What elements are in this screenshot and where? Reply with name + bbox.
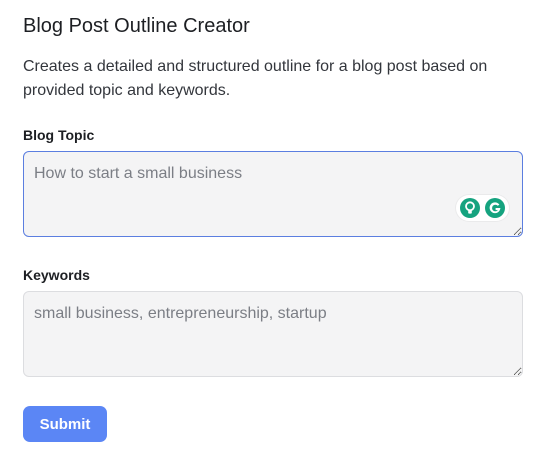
blog-topic-input[interactable]: [23, 151, 523, 237]
grammarly-icon[interactable]: [484, 197, 506, 219]
submit-button[interactable]: Submit: [23, 406, 107, 442]
blog-topic-field-wrapper: [23, 151, 523, 237]
lightbulb-icon[interactable]: [459, 197, 481, 219]
keywords-input[interactable]: [23, 291, 523, 377]
keywords-label: Keywords: [23, 267, 90, 283]
writing-assistant-icons: [456, 195, 509, 221]
blog-topic-label: Blog Topic: [23, 127, 95, 143]
keywords-field-wrapper: [23, 291, 523, 377]
page-description: Creates a detailed and structured outlin…: [23, 58, 488, 99]
page-title: Blog Post Outline Creator: [23, 15, 250, 37]
